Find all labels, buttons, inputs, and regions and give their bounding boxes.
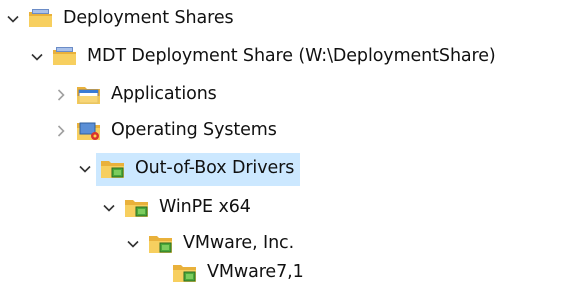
chevron-down-icon[interactable] xyxy=(28,48,46,66)
folder-drivers-icon xyxy=(124,197,150,219)
tree-node-label: MDT Deployment Share (W:\DeploymentShare… xyxy=(87,46,496,67)
tree-node-label: Operating Systems xyxy=(111,120,277,141)
tree-node-mdt-deployment-share[interactable]: MDT Deployment Share (W:\DeploymentShare… xyxy=(28,40,496,74)
folder-drivers-icon xyxy=(148,233,174,255)
chevron-down-icon[interactable] xyxy=(124,235,142,253)
chevron-down-icon[interactable] xyxy=(100,199,118,217)
chevron-right-icon[interactable] xyxy=(52,86,70,104)
selection-highlight[interactable]: Out-of-Box Drivers xyxy=(96,152,301,186)
folder-drivers-icon xyxy=(100,158,126,180)
tree-node-label: Applications xyxy=(111,84,217,105)
tree-node-out-of-box-drivers[interactable]: Out-of-Box Drivers xyxy=(76,152,301,186)
tree-node-label: WinPE x64 xyxy=(159,197,251,218)
folder-shares-icon xyxy=(28,8,54,30)
tree-node-winpe-x64[interactable]: WinPE x64 xyxy=(100,191,251,225)
deployment-workbench-tree: Deployment Shares MDT Deployment Share (… xyxy=(0,0,565,289)
tree-node-label: VMware, Inc. xyxy=(183,233,295,254)
tree-node-applications[interactable]: Applications xyxy=(52,78,217,112)
folder-applications-icon xyxy=(76,84,102,106)
tree-node-deployment-shares[interactable]: Deployment Shares xyxy=(4,2,234,36)
tree-node-vmware7-1[interactable]: VMware7,1 xyxy=(148,256,304,290)
folder-operating-systems-icon xyxy=(76,120,102,142)
tree-node-operating-systems[interactable]: Operating Systems xyxy=(52,114,277,148)
tree-node-label: Deployment Shares xyxy=(63,8,234,29)
folder-deployment-share-icon xyxy=(52,46,78,68)
folder-drivers-icon xyxy=(172,262,198,284)
chevron-right-icon[interactable] xyxy=(52,122,70,140)
tree-node-label: VMware7,1 xyxy=(207,262,304,283)
chevron-down-icon[interactable] xyxy=(76,160,94,178)
chevron-down-icon[interactable] xyxy=(4,10,22,28)
tree-node-label: Out-of-Box Drivers xyxy=(135,157,295,178)
